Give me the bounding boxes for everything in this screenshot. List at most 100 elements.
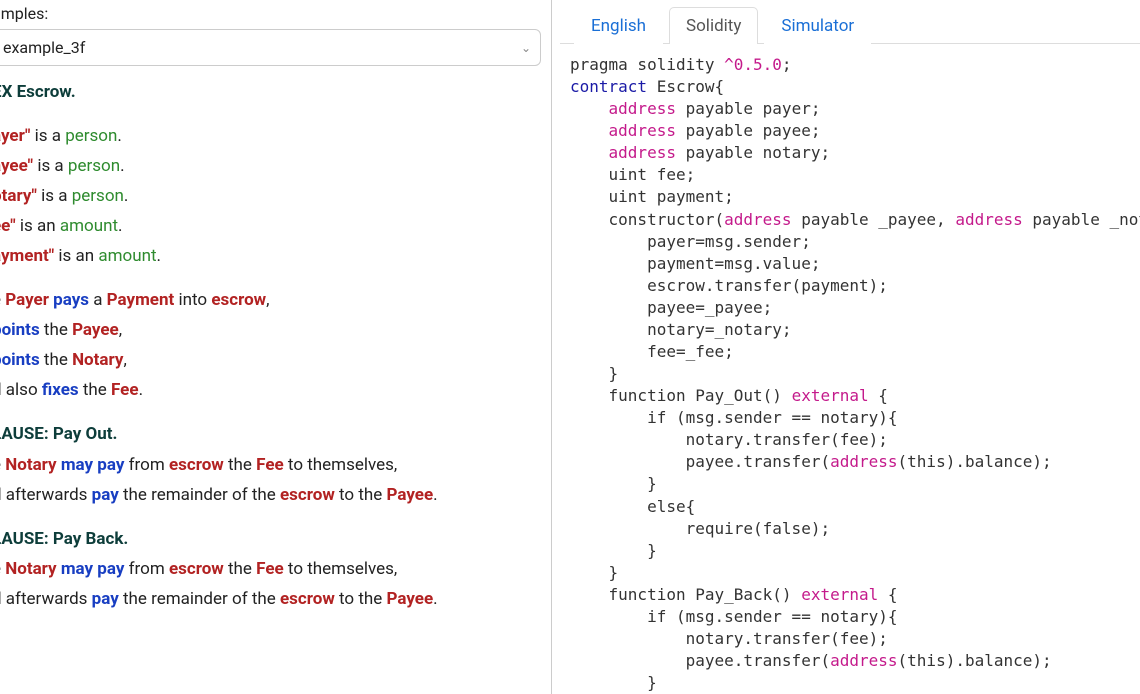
verb-pay: pay: [92, 589, 119, 609]
right-panel: English Solidity Simulator pragma solidi…: [560, 0, 1140, 694]
word-tothem: to themselves: [288, 455, 394, 475]
dot: .: [124, 186, 128, 206]
verb-fixes: fixes: [42, 380, 79, 400]
verb-maypay: may pay: [61, 455, 125, 475]
dot: .: [433, 485, 437, 505]
word-the: the: [228, 455, 252, 475]
comma: ,: [394, 455, 397, 475]
code-line: address payable notary;: [570, 143, 830, 162]
verb-maypay: may pay: [61, 559, 125, 579]
word-tothe: to the: [339, 485, 382, 505]
lex-title: Escrow.: [17, 82, 76, 102]
escrow-ref: escrow: [280, 485, 335, 505]
dot: .: [118, 216, 122, 236]
payee-ref: Payee: [387, 485, 434, 505]
isa: is a: [35, 126, 61, 146]
code-line: uint fee;: [570, 165, 695, 184]
code-line: if (msg.sender == notary){: [570, 408, 898, 427]
english-contract-text: EX Escrow. ayer" is a person. ayee" is a…: [0, 78, 541, 613]
type-amount: amount: [60, 216, 118, 236]
code-line: notary=_notary;: [570, 320, 792, 339]
word-tothem: to themselves: [288, 559, 394, 579]
tab-english[interactable]: English: [574, 7, 663, 44]
examples-select-value: example_3f: [3, 38, 85, 57]
dot: .: [117, 126, 121, 146]
escrow-ref: escrow: [211, 290, 266, 310]
type-person: person: [65, 126, 117, 146]
fee-ref: Fee: [111, 380, 139, 400]
dot: .: [157, 246, 161, 266]
dot: .: [433, 589, 437, 609]
verb-pays: pays: [53, 290, 89, 310]
isan: is an: [20, 216, 56, 236]
code-line: }: [570, 474, 657, 493]
code-line: payee=_payee;: [570, 298, 772, 317]
word-from: from: [129, 455, 165, 475]
code-line: fee=_fee;: [570, 342, 734, 361]
examples-select[interactable]: example_3f: [0, 29, 541, 66]
code-line: payer=msg.sender;: [570, 232, 811, 251]
def-payee: ayee": [0, 156, 33, 176]
type-person: person: [68, 156, 120, 176]
frag-e: e: [0, 455, 1, 475]
frag-e: e: [0, 290, 1, 310]
code-line: else{: [570, 497, 695, 516]
tab-simulator[interactable]: Simulator: [764, 7, 871, 44]
code-line: }: [570, 541, 657, 560]
dot: .: [120, 156, 124, 176]
examples-label: amples:: [0, 4, 541, 23]
word-remainder: the remainder of the: [123, 485, 276, 505]
isan: is an: [58, 246, 94, 266]
fee-ref: Fee: [256, 455, 284, 475]
comma: ,: [119, 320, 122, 340]
code-line: function Pay_Back() external {: [570, 585, 898, 604]
code-line: address payable payer;: [570, 99, 820, 118]
word-the: the: [228, 559, 252, 579]
notary-ref: Notary: [5, 455, 56, 475]
comma: ,: [123, 350, 126, 370]
escrow-ref: escrow: [169, 455, 224, 475]
def-payer: ayer": [0, 126, 30, 146]
left-panel: amples: example_3f ⌄ EX Escrow. ayer" is…: [0, 0, 552, 694]
code-line: payment=msg.value;: [570, 254, 820, 273]
frag-dafter: d afterwards: [0, 485, 87, 505]
clause-payout: Pay Out.: [53, 424, 118, 444]
tab-solidity[interactable]: Solidity: [669, 7, 758, 44]
code-line: address payable payee;: [570, 121, 820, 140]
fee-ref: Fee: [256, 559, 284, 579]
code-line: }: [570, 364, 618, 383]
app-root: amples: example_3f ⌄ EX Escrow. ayer" is…: [0, 0, 1140, 694]
word-into: into: [178, 290, 207, 310]
isa: is a: [41, 186, 67, 206]
code-line: }: [570, 673, 657, 692]
payee-ref: Payee: [387, 589, 434, 609]
def-payment: ayment": [0, 246, 54, 266]
dot: .: [139, 380, 143, 400]
verb-points: points: [0, 320, 40, 340]
code-line: function Pay_Out() external {: [570, 386, 888, 405]
code-line: pragma solidity ^0.5.0;: [570, 55, 792, 74]
comma: ,: [266, 290, 269, 310]
solidity-code: pragma solidity ^0.5.0; contract Escrow{…: [560, 44, 1140, 694]
code-line: notary.transfer(fee);: [570, 629, 888, 648]
code-line: constructor(address payable _payee, addr…: [570, 210, 1140, 229]
clause-payback: Pay Back.: [53, 529, 128, 549]
code-line: payee.transfer(address(this).balance);: [570, 651, 1052, 670]
tab-bar: English Solidity Simulator: [560, 0, 1140, 44]
word-the: the: [44, 320, 68, 340]
escrow-ref: escrow: [280, 589, 335, 609]
payer-ref: Payer: [5, 290, 49, 310]
word-a: a: [93, 290, 102, 310]
word-the: the: [83, 380, 107, 400]
comma: ,: [394, 559, 397, 579]
examples-select-row: example_3f ⌄: [0, 29, 541, 66]
notary-ref: Notary: [5, 559, 56, 579]
lex-prefix: EX: [0, 82, 12, 102]
code-line: }: [570, 563, 618, 582]
word-tothe: to the: [339, 589, 382, 609]
word-from: from: [129, 559, 165, 579]
frag-dalso: d also: [0, 380, 38, 400]
word-the: the: [44, 350, 68, 370]
def-notary: otary": [0, 186, 37, 206]
payee-ref: Payee: [72, 320, 119, 340]
